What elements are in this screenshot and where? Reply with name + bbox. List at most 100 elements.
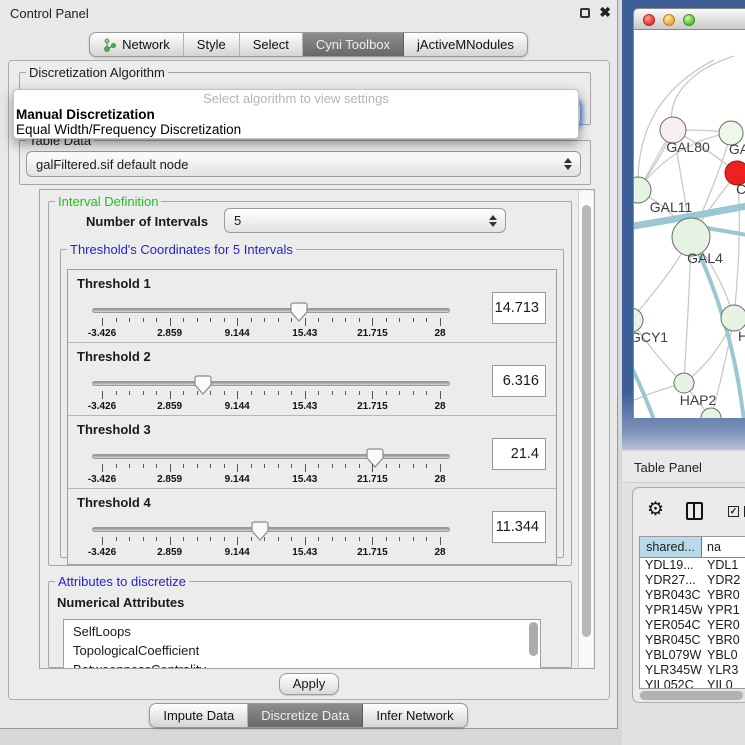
threshold-slider[interactable]: -3.4262.8599.14415.4321.71528 (92, 302, 450, 342)
tab-infer-network[interactable]: Infer Network (363, 704, 466, 727)
network-node[interactable] (674, 373, 694, 393)
tab-label: Select (253, 37, 289, 52)
number-of-intervals-value: 5 (234, 213, 241, 228)
threshold-slider[interactable]: -3.4262.8599.14415.4321.71528 (92, 448, 450, 488)
scale-label: 21.715 (357, 401, 388, 412)
scale-label: 28 (434, 401, 445, 412)
scale-label: 2.859 (157, 401, 182, 412)
threshold-value-field[interactable]: 11.344 (492, 511, 546, 543)
table-cell: YBR0 (702, 633, 745, 648)
network-node-label: GAL11 (650, 199, 693, 215)
slider-ticks (102, 318, 440, 327)
network-node-label: GAL80 (666, 139, 710, 155)
attributes-group-title: Attributes to discretize (55, 574, 189, 589)
table-column-header[interactable]: na (702, 537, 745, 557)
slider-scale-labels: -3.4262.8599.14415.4321.71528 (102, 328, 440, 340)
scale-label: 9.144 (225, 474, 250, 485)
table-cell: YPR145W (640, 603, 702, 618)
table-panel-header: Table Panel (622, 452, 745, 483)
scale-label: 9.144 (225, 328, 250, 339)
algorithm-hint-item[interactable]: Select algorithm to view settings (14, 90, 578, 107)
network-node[interactable] (634, 177, 651, 203)
table-row[interactable]: YDR27...YDR2 (640, 573, 745, 588)
table-cell: YDR2 (702, 573, 745, 588)
slider-track[interactable] (92, 527, 450, 532)
network-window-titlebar[interactable] (633, 8, 745, 30)
table-data-combobox[interactable]: galFiltered.sif default node (26, 151, 581, 177)
threshold-value-field[interactable]: 6.316 (492, 365, 546, 397)
window-title: Control Panel (10, 6, 89, 21)
network-canvas[interactable]: GAL80GACGAL11GAL4GCY1HHAP2 (633, 30, 745, 418)
float-window-icon[interactable] (580, 8, 590, 18)
bottom-tab-bar: Impute Data Discretize Data Infer Network (149, 703, 467, 728)
checkbox-icon[interactable]: ✓ (728, 506, 739, 517)
tab-impute-data[interactable]: Impute Data (150, 704, 248, 727)
tab-label: Infer Network (376, 708, 453, 723)
attribute-list-item[interactable]: TopologicalCoefficient (64, 641, 540, 660)
tab-select[interactable]: Select (240, 33, 303, 56)
table-row[interactable]: YBR043CYBR0 (640, 588, 745, 603)
table-row[interactable]: YDL19...YDL1 (640, 558, 745, 573)
attributes-group: Attributes to discretize Numerical Attri… (48, 574, 572, 668)
threshold-label: Threshold 4 (77, 495, 151, 510)
algorithm-option[interactable]: Equal Width/Frequency Discretization (14, 122, 578, 137)
attributes-scrollbar[interactable] (529, 622, 538, 656)
screenshot-root: Control Panel ✖ Network Style Select Cyni T… (0, 0, 745, 745)
apply-button[interactable]: Apply (279, 673, 339, 695)
table-row[interactable]: YER054CYER0 (640, 618, 745, 633)
scale-label: 15.43 (292, 401, 317, 412)
gear-icon[interactable]: ⚙ (647, 499, 664, 521)
scrollbar-thumb[interactable] (582, 205, 591, 637)
scale-label: 2.859 (157, 474, 182, 485)
threshold-slider[interactable]: -3.4262.8599.14415.4321.71528 (92, 375, 450, 415)
table-row[interactable]: YIL052CYIL0 (640, 678, 745, 689)
tab-label: Impute Data (163, 708, 234, 723)
discretization-algorithm-title: Discretization Algorithm (26, 65, 168, 80)
column-layout-icon[interactable] (686, 502, 703, 520)
threshold-value-field[interactable]: 14.713 (492, 292, 546, 324)
table-cell: YER054C (640, 618, 702, 633)
scale-label: 28 (434, 474, 445, 485)
attribute-list-item[interactable]: SelfLoops (64, 622, 540, 641)
scale-label: 21.715 (357, 328, 388, 339)
scrollbar-thumb[interactable] (640, 691, 743, 700)
table-horizontal-scrollbar[interactable] (639, 690, 745, 701)
tab-style[interactable]: Style (184, 33, 240, 56)
mac-close-icon[interactable] (643, 14, 655, 26)
algorithm-option[interactable]: Manual Discretization (14, 107, 578, 122)
table-cell: YBR045C (640, 633, 702, 648)
table-cell: YLR3 (702, 663, 745, 678)
table-row[interactable]: YBR045CYBR0 (640, 633, 745, 648)
threshold-slider[interactable]: -3.4262.8599.14415.4321.71528 (92, 521, 450, 561)
close-icon[interactable]: ✖ (599, 4, 611, 21)
combo-stepper-icon (489, 215, 497, 227)
mac-minimize-icon[interactable] (663, 14, 675, 26)
tab-jactivemnodules[interactable]: jActiveMNodules (404, 33, 527, 56)
mac-zoom-icon[interactable] (683, 14, 695, 26)
attribute-list-item[interactable]: BetweennessCentrality (64, 660, 540, 669)
slider-track[interactable] (92, 381, 450, 386)
table-cell: YIL052C (640, 678, 702, 689)
node-table: shared...na YDL19...YDL1YDR27...YDR2YBR0… (639, 536, 745, 689)
table-row[interactable]: YPR145WYPR1 (640, 603, 745, 618)
table-header-row: shared...na (640, 537, 745, 558)
table-cell: YDL19... (640, 558, 702, 573)
right-pane: GAL80GACGAL11GAL4GCY1HHAP2 Table Panel ⚙… (622, 0, 745, 745)
slider-track[interactable] (92, 454, 450, 459)
tab-discretize-data[interactable]: Discretize Data (248, 704, 363, 727)
settings-vertical-scrollbar[interactable] (578, 191, 593, 667)
algorithm-dropdown-popup: Select algorithm to view settings Manual… (13, 89, 579, 139)
tab-cyni-toolbox[interactable]: Cyni Toolbox (303, 33, 404, 56)
network-node-label: GCY1 (634, 329, 668, 345)
table-panel-body: ⚙ ✓ ✓ shared...na YDL19...YDL1YDR27...YD… (622, 483, 745, 745)
slider-track[interactable] (92, 308, 450, 313)
table-row[interactable]: YLR345WYLR3 (640, 663, 745, 678)
tab-network[interactable]: Network (90, 33, 184, 56)
numerical-attributes-list[interactable]: SelfLoopsTopologicalCoefficientBetweenne… (63, 619, 541, 669)
threshold-value-field[interactable]: 21.4 (492, 438, 546, 470)
table-column-header[interactable]: shared... (640, 537, 702, 557)
tab-label: Network (122, 37, 170, 52)
numerical-attributes-label: Numerical Attributes (57, 595, 184, 610)
table-row[interactable]: YBL079WYBL0 (640, 648, 745, 663)
number-of-intervals-combobox[interactable]: 5 (224, 208, 506, 233)
